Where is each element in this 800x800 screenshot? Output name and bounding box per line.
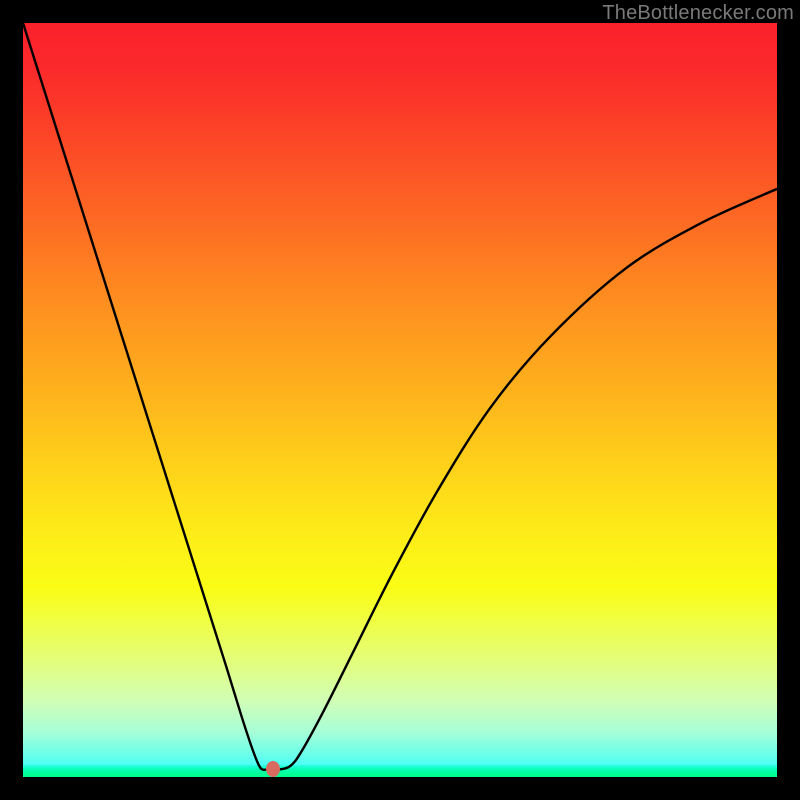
watermark-text: TheBottlenecker.com — [602, 2, 794, 25]
chart-frame: TheBottlenecker.com — [0, 0, 800, 800]
plot-area — [23, 23, 777, 777]
bottleneck-curve — [23, 23, 777, 777]
minimum-marker-dot — [266, 761, 280, 777]
